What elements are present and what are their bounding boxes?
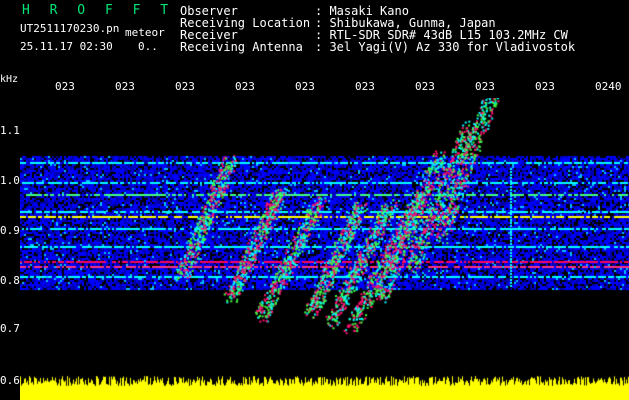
antenna-value-text: 3el Yagi(V) Az 330 for Vladivostok <box>329 40 576 54</box>
time-tick: 023 <box>55 80 75 93</box>
time-tick: 023 <box>475 80 495 93</box>
freq-tick: 0.7 <box>0 322 20 335</box>
date-time: 25.11.17 02:30 <box>20 40 113 53</box>
time-tick: 023 <box>415 80 435 93</box>
time-tick: 023 <box>355 80 375 93</box>
hrofft-screen: H R O F F T UT2511170230.pn meteor 25.11… <box>0 0 629 400</box>
brand-title: H R O F F T <box>22 3 175 18</box>
time-tick: 023 <box>235 80 255 93</box>
spectrogram-canvas <box>20 98 629 400</box>
mode-label: meteor <box>125 26 165 39</box>
freq-tick: 0.9 <box>0 224 20 237</box>
time-tick: 0240 <box>595 80 622 93</box>
freq-tick: 0.8 <box>0 274 20 287</box>
freq-tick: 1.1 <box>0 124 20 137</box>
time-tick: 023 <box>295 80 315 93</box>
counter: 0.. <box>138 40 158 53</box>
freq-unit: kHz <box>0 74 19 85</box>
time-tick: 023 <box>175 80 195 93</box>
time-tick: 023 <box>115 80 135 93</box>
freq-tick: 1.0 <box>0 174 20 187</box>
freq-tick: 0.6 <box>0 374 20 387</box>
time-tick: 023 <box>535 80 555 93</box>
filename: UT2511170230.pn <box>20 22 120 35</box>
antenna-label: Receiving Antenna <box>180 40 303 54</box>
antenna-value: : 3el Yagi(V) Az 330 for Vladivostok <box>315 40 576 54</box>
